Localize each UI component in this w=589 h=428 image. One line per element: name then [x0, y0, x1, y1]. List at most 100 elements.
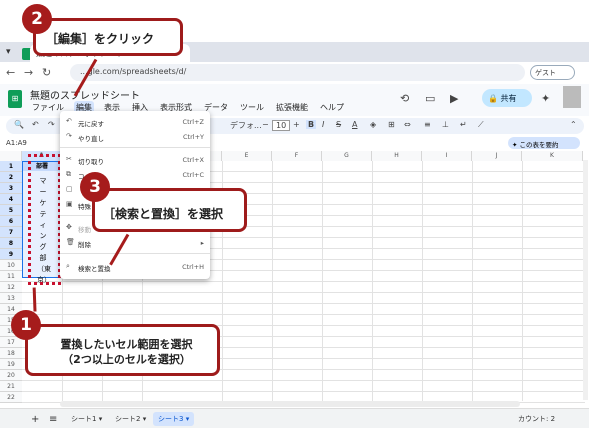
chevron-down-icon[interactable]: ▾ [6, 47, 11, 57]
document-title[interactable]: 無題のスプレッドシート [30, 87, 140, 102]
annotation-dotted-box [28, 154, 61, 285]
row-header[interactable]: 9 [0, 249, 22, 260]
horizontal-scrollbar[interactable] [60, 401, 520, 407]
bold-icon[interactable]: B [306, 120, 317, 129]
share-button[interactable]: 🔒 共有 [482, 89, 532, 107]
search-menus-icon[interactable]: 🔍 [14, 120, 24, 129]
row-header[interactable]: 20 [0, 370, 22, 381]
row-header[interactable]: 3 [0, 183, 22, 194]
menu-extensions[interactable]: 拡張機能 [274, 101, 310, 114]
row-header[interactable]: 18 [0, 348, 22, 359]
valign-icon[interactable]: ⊥ [442, 120, 449, 129]
summary-chip-label: この表を要約 [519, 141, 559, 149]
menu-item-label: 検索と置換 [78, 265, 111, 273]
grid-row-line [22, 303, 585, 304]
increase-font-icon[interactable]: + [293, 120, 300, 129]
guest-profile-button[interactable]: ゲスト [530, 65, 575, 80]
row-header[interactable]: 17 [0, 337, 22, 348]
callout-find-replace: ［検索と置換］を選択 [92, 188, 247, 232]
gemini-icon[interactable]: ✦ [541, 92, 550, 105]
wrap-icon[interactable]: ↵ [460, 120, 467, 129]
move-icon: ✥ [66, 223, 72, 231]
menu-item-label: 特殊 [78, 203, 91, 211]
italic-icon[interactable]: I [322, 120, 324, 129]
forward-icon[interactable]: → [24, 66, 33, 79]
row-header[interactable]: 19 [0, 359, 22, 370]
row-header[interactable]: 21 [0, 381, 22, 392]
callout-text: 置換したいセル範囲を選択 （2つ以上のセルを選択） [60, 338, 193, 366]
undo-icon[interactable]: ↶ [32, 120, 39, 129]
grid-col-line [272, 161, 273, 401]
sheets-logo-icon[interactable]: ⊞ [8, 90, 22, 108]
merge-icon[interactable]: ⇔ [404, 120, 411, 129]
col-header-k[interactable]: K [522, 151, 583, 161]
url-text: ...gle.com/spreadsheets/d/ [80, 67, 187, 76]
row-header[interactable]: 6 [0, 216, 22, 227]
menu-divider [60, 147, 210, 148]
grid-col-line [522, 161, 523, 401]
row-header[interactable]: 13 [0, 293, 22, 304]
back-icon[interactable]: ← [6, 66, 15, 79]
text-color-icon[interactable]: A [352, 120, 357, 129]
font-select[interactable]: デフォ... [230, 120, 262, 131]
sheet-tab-3[interactable]: シート3 ▾ [153, 412, 195, 426]
rotate-icon[interactable]: ⟋ [478, 120, 484, 130]
row-header[interactable]: 11 [0, 271, 22, 282]
all-sheets-icon[interactable]: ≡ [44, 412, 62, 427]
grid-row-line [22, 380, 585, 381]
col-header-h[interactable]: H [372, 151, 422, 161]
strikethrough-icon[interactable]: S [336, 120, 341, 129]
row-header[interactable]: 22 [0, 392, 22, 403]
meet-icon[interactable]: ▶ [450, 92, 458, 105]
align-icon[interactable]: ≡ [424, 120, 431, 129]
menu-item-undo[interactable]: ↶ 元に戻す Ctrl+Z [60, 115, 210, 128]
find-replace-icon: ⌕ [66, 262, 70, 270]
count-status[interactable]: カウント: 2 [518, 414, 555, 424]
callout-select-range: 置換したいセル範囲を選択 （2つ以上のセルを選択） [25, 324, 220, 376]
menu-item-redo[interactable]: ↷ やり直し Ctrl+Y [60, 130, 210, 143]
avatar[interactable] [563, 86, 581, 108]
fill-color-icon[interactable]: ◈ [370, 120, 376, 129]
menu-item-find-replace[interactable]: ⌕ 検索と置換 Ctrl+H [60, 260, 210, 273]
select-all-corner[interactable] [0, 151, 22, 161]
cut-icon: ✂ [66, 155, 72, 163]
row-header[interactable]: 1 [0, 161, 22, 172]
row-header[interactable]: 2 [0, 172, 22, 183]
col-header-j[interactable]: J [472, 151, 522, 161]
row-header[interactable]: 7 [0, 227, 22, 238]
comment-icon[interactable]: ▭ [425, 92, 435, 105]
borders-icon[interactable]: ⊞ [388, 120, 395, 129]
redo-icon[interactable]: ↷ [48, 120, 55, 129]
url-field[interactable]: ...gle.com/spreadsheets/d/ [70, 64, 525, 81]
copy-icon: ⧉ [66, 170, 71, 178]
row-header[interactable]: 4 [0, 194, 22, 205]
row-header[interactable]: 10 [0, 260, 22, 271]
menu-item-cut[interactable]: ✂ 切り取り Ctrl+X [60, 153, 210, 166]
menu-help[interactable]: ヘルプ [318, 101, 346, 114]
summarize-table-button[interactable]: ✦ この表を要約 [508, 137, 580, 149]
sheet-tab-1[interactable]: シート1 ▾ [66, 412, 107, 426]
menu-item-delete[interactable]: 🗑 削除 ▸ [60, 236, 210, 249]
step-badge-2: 2 [22, 4, 52, 34]
menu-tools[interactable]: ツール [238, 101, 266, 114]
col-header-g[interactable]: G [322, 151, 372, 161]
col-header-e[interactable]: E [222, 151, 272, 161]
chevron-up-icon[interactable]: ⌃ [570, 120, 577, 129]
row-header[interactable]: 12 [0, 282, 22, 293]
sheet-tab-label: シート1 [71, 415, 97, 423]
add-sheet-icon[interactable]: + [26, 412, 44, 427]
undo-icon: ↶ [66, 117, 72, 125]
font-size-field[interactable]: 10 [272, 120, 291, 131]
col-header-i[interactable]: I [422, 151, 472, 161]
history-icon[interactable]: ⟲ [400, 92, 409, 105]
menu-item-shortcut: Ctrl+X [182, 156, 204, 164]
row-header[interactable]: 5 [0, 205, 22, 216]
name-box[interactable]: A1:A9 [6, 139, 27, 147]
row-header[interactable]: 8 [0, 238, 22, 249]
reload-icon[interactable]: ↻ [42, 66, 51, 79]
sheet-tab-2[interactable]: シート2 ▾ [110, 412, 151, 426]
decrease-font-icon[interactable]: − [262, 120, 269, 129]
grid-col-line [322, 161, 323, 401]
col-header-f[interactable]: F [272, 151, 322, 161]
vertical-scrollbar[interactable] [583, 160, 588, 400]
